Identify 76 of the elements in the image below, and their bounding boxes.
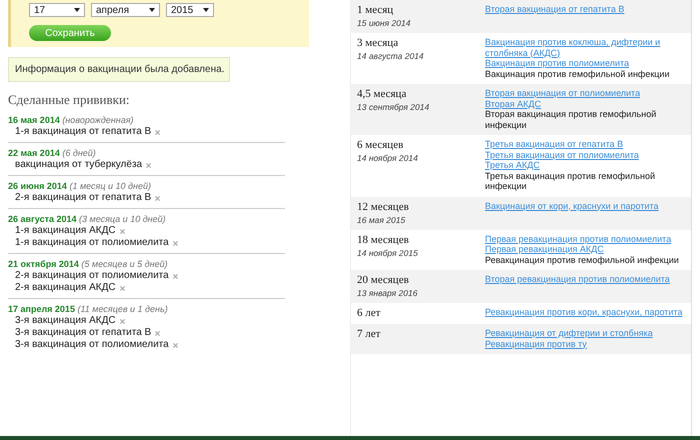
vaccine-link[interactable]: Вакцинация против коклюша, дифтерии и столбняка (АКДС): [485, 37, 687, 58]
month-select[interactable]: апреля: [91, 3, 160, 17]
vaccination-name: 1-я вакцинация от гепатита В: [15, 126, 152, 138]
vaccine-link[interactable]: Третья вакцинация от полиомиелита: [485, 150, 639, 160]
age-label: 20 месяцев: [357, 274, 410, 286]
age-note: (11 месяцев и 1 день): [77, 304, 168, 314]
vaccination-name: 2-я вакцинация от полиомиелита: [15, 270, 169, 282]
remove-icon[interactable]: [146, 162, 152, 168]
vaccine-link[interactable]: Вторая АКДС: [485, 98, 541, 109]
vaccination-date: 21 октября 2014: [8, 259, 79, 269]
vaccine-link[interactable]: Вторая вакцинация от гепатита В: [485, 4, 624, 14]
due-date: 14 августа 2014: [357, 51, 425, 61]
age-label: 18 месяцев: [357, 234, 410, 246]
age-note: (5 месяцев и 5 дней): [81, 259, 168, 269]
remove-icon[interactable]: [172, 240, 178, 246]
vaccine-link[interactable]: Ревакцинация от дифтерии и столбняка: [485, 328, 653, 338]
vaccination-name: 2-я вакцинация АКДС: [15, 282, 116, 294]
vaccine-link[interactable]: Ревакцинация против кори, краснухи, паротита: [485, 307, 682, 318]
vaccination-date: 26 августа 2014: [8, 214, 77, 224]
remove-icon[interactable]: [120, 286, 125, 290]
year-select[interactable]: 2015: [166, 3, 214, 17]
vaccination-date: 22 мая 2014: [8, 148, 60, 158]
age-label: 4,5 месяца: [357, 88, 408, 100]
vaccine-text: Ревакцинация против гемофильной инфекции: [485, 254, 679, 265]
age-label: 6 месяцев: [357, 139, 404, 151]
vaccination-name: 1-я вакцинация АКДС: [15, 225, 116, 237]
vaccine-text: Третья вакцинация против гемофильной инфекции: [485, 170, 656, 192]
age-label: 1 месяц: [357, 4, 394, 16]
age-note: (1 месяц и 10 дней): [69, 181, 151, 191]
caret-icon: [203, 8, 209, 12]
success-message: Информация о вакцинации была добавлена.: [8, 57, 230, 82]
vaccine-link[interactable]: Вакцинация против полиомиелита: [485, 58, 629, 68]
remove-icon[interactable]: [155, 196, 160, 200]
vaccine-link[interactable]: Третья АКДС: [485, 160, 540, 170]
remove-icon[interactable]: [155, 330, 160, 336]
due-date: 15 июня 2014: [357, 18, 412, 28]
age-note: (6 дней): [62, 148, 96, 158]
vaccine-link[interactable]: Первая ревакцинация АКДС: [485, 244, 604, 254]
vaccine-link[interactable]: Вторая ревакцинация против полиомиелита: [485, 274, 670, 284]
vaccine-link[interactable]: Вторая вакцинация от полиомиелита: [485, 88, 640, 98]
vaccination-name: вакцинация от туберкулёза: [15, 159, 142, 171]
age-note: (новорожденная): [62, 115, 134, 125]
day-select[interactable]: 17: [29, 3, 85, 17]
due-date: 13 января 2016: [357, 288, 418, 298]
vaccination-name: 1-я вакцинация от полиомиелита: [15, 237, 169, 249]
vaccination-date: 17 апреля 2015: [8, 304, 75, 314]
due-date: 13 сентября 2014: [357, 102, 430, 112]
age-label: 6 лет: [357, 307, 382, 319]
vaccine-text: Вторая вакцинация против гемофильной инфекции: [485, 109, 658, 130]
vaccine-text: Вакцинация против гемофильной инфекции: [485, 68, 670, 79]
vaccine-link[interactable]: Третья вакцинация от гепатита В: [485, 139, 624, 150]
vaccination-name: 3-я вакцинация от гепатита В: [15, 327, 152, 339]
due-date: 16 мая 2015: [357, 214, 406, 224]
age-label: 12 месяцев: [357, 200, 410, 212]
age-label: 7 лет: [357, 328, 382, 340]
due-date: 14 ноября 2015: [357, 248, 419, 258]
vaccination-date: 26 июня 2014: [8, 181, 67, 191]
caret-icon: [74, 8, 80, 12]
remove-icon[interactable]: [120, 318, 125, 324]
caret-icon: [149, 8, 155, 12]
vaccination-name: 3-я вакцинация АКДС: [15, 315, 116, 327]
vaccine-link[interactable]: Ревакцинация против ту: [485, 338, 587, 349]
vaccination-name: 2-я вакцинация от гепатита В: [15, 192, 152, 204]
remove-icon[interactable]: [120, 228, 125, 234]
vaccine-link[interactable]: Первая ревакцинация против полиомиелита: [485, 234, 672, 244]
vaccine-link[interactable]: Вакцинация от кори, краснухи и паротита: [485, 200, 659, 211]
remove-icon[interactable]: [155, 130, 160, 134]
due-date: 14 ноября 2014: [357, 153, 419, 163]
remove-icon[interactable]: [172, 274, 178, 278]
age-note: (3 месяца и 10 дней): [79, 214, 166, 224]
section-title: Сделанные прививки:: [8, 92, 131, 108]
vaccination-date: 16 мая 2014: [8, 115, 60, 125]
age-label: 3 месяца: [357, 37, 400, 49]
vaccination-name: 3-я вакцинация от полиомиелита: [15, 339, 169, 351]
remove-icon[interactable]: [172, 342, 178, 348]
save-button[interactable]: Сохранить: [29, 25, 111, 41]
